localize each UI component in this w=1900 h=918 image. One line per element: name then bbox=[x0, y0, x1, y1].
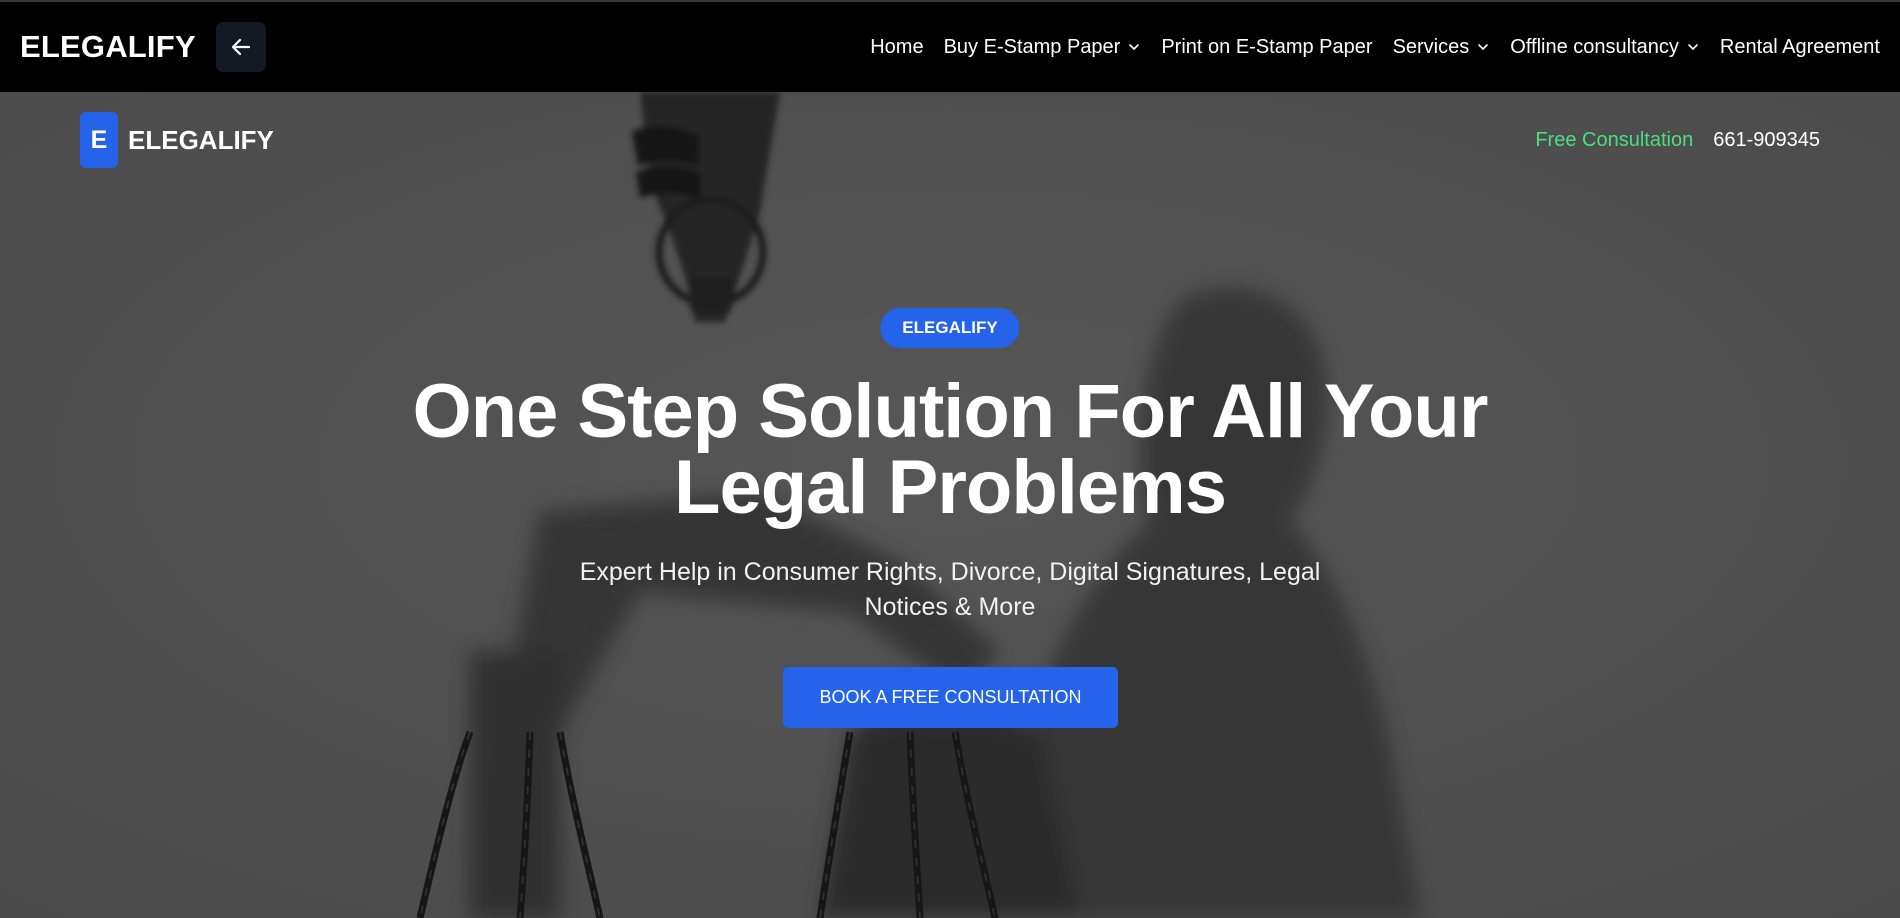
hero-headline: One Step Solution For All Your Legal Pro… bbox=[412, 369, 1489, 530]
hero-section: E ELEGALIFY Free Consultation 661-909345… bbox=[0, 92, 1900, 918]
nav-offline-consultancy-label: Offline consultancy bbox=[1510, 35, 1679, 58]
nav-print-on-e-stamp-paper[interactable]: Print on E-Stamp Paper bbox=[1151, 36, 1382, 59]
brand-name[interactable]: ELEGALIFY bbox=[20, 29, 196, 65]
brand-badge: ELEGALIFY bbox=[880, 308, 1020, 348]
nav-rental-agreement-label: Rental Agreement bbox=[1719, 35, 1880, 58]
nav-services-label: Services bbox=[1392, 35, 1470, 58]
nav-print-label: Print on E-Stamp Paper bbox=[1161, 35, 1373, 58]
topbar-left: ELEGALIFY bbox=[20, 22, 266, 72]
main-nav: Home Buy E-Stamp Paper Print on E-Stamp … bbox=[860, 36, 1880, 59]
hero-subheader: E ELEGALIFY Free Consultation 661-909345 bbox=[80, 112, 1820, 168]
nav-offline-consultancy[interactable]: Offline consultancy bbox=[1500, 36, 1710, 59]
logo-text: ELEGALIFY bbox=[128, 124, 274, 155]
free-consultation-link[interactable]: Free Consultation bbox=[1535, 129, 1693, 152]
nav-home-label: Home bbox=[870, 35, 924, 58]
arrow-left-icon bbox=[231, 38, 250, 56]
nav-buy-e-stamp-paper[interactable]: Buy E-Stamp Paper bbox=[934, 36, 1152, 59]
nav-home[interactable]: Home bbox=[860, 36, 933, 59]
logo-mark: E bbox=[80, 112, 118, 168]
chevron-down-icon bbox=[1686, 40, 1700, 54]
book-consultation-button[interactable]: BOOK A FREE CONSULTATION bbox=[783, 667, 1118, 728]
nav-rental-agreement[interactable]: Rental Agreement bbox=[1710, 36, 1880, 59]
back-button[interactable] bbox=[215, 22, 266, 72]
chevron-down-icon bbox=[1476, 40, 1490, 54]
top-navbar: ELEGALIFY Home Buy E-Stamp Paper Print o… bbox=[0, 0, 1900, 92]
contact-info: Free Consultation 661-909345 bbox=[1535, 129, 1820, 152]
chevron-down-icon bbox=[1127, 40, 1141, 54]
site-logo[interactable]: E ELEGALIFY bbox=[80, 112, 274, 168]
nav-services[interactable]: Services bbox=[1383, 36, 1501, 59]
nav-buy-e-stamp-paper-label: Buy E-Stamp Paper bbox=[943, 35, 1121, 58]
phone-number[interactable]: 661-909345 bbox=[1713, 129, 1820, 152]
hero-subtitle: Expert Help in Consumer Rights, Divorce,… bbox=[579, 558, 1321, 621]
